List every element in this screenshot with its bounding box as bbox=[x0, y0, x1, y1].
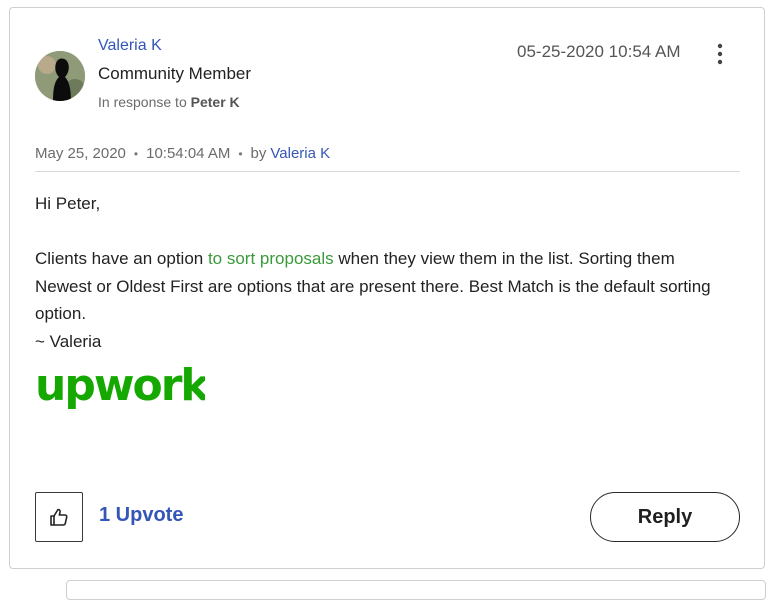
body-paragraph: Clients have an option to sort proposals… bbox=[35, 245, 735, 328]
kebab-vertical-icon bbox=[717, 43, 723, 65]
post-body: Hi Peter, Clients have an option to sort… bbox=[35, 190, 735, 355]
author-rank: Community Member bbox=[98, 64, 252, 83]
divider bbox=[35, 171, 740, 172]
meta-separator: • bbox=[238, 146, 243, 161]
in-response-author-link[interactable]: Peter K bbox=[191, 94, 240, 110]
meta-date: May 25, 2020 bbox=[35, 145, 126, 162]
reply-button[interactable]: Reply bbox=[590, 492, 740, 542]
next-post-card-edge bbox=[66, 580, 766, 600]
thumbs-up-icon bbox=[50, 508, 68, 526]
post-meta: May 25, 2020 • 10:54:04 AM • by Valeria … bbox=[35, 145, 330, 162]
upvote-button[interactable] bbox=[35, 492, 83, 542]
upwork-logo-image: upwork bbox=[35, 360, 213, 411]
svg-text:upwork: upwork bbox=[35, 366, 205, 411]
greeting-text: Hi Peter, bbox=[35, 194, 101, 213]
meta-by-label: by bbox=[250, 145, 267, 162]
upvote-count-link[interactable]: 1 Upvote bbox=[99, 504, 183, 527]
post-options-button[interactable] bbox=[712, 43, 728, 65]
upwork-logo: upwork bbox=[35, 360, 213, 414]
in-response-to: In response to Peter K bbox=[98, 94, 240, 110]
avatar[interactable] bbox=[35, 51, 85, 101]
in-response-label: In response to bbox=[98, 94, 187, 110]
meta-time: 10:54:04 AM bbox=[146, 145, 231, 162]
sort-proposals-link[interactable]: to sort proposals bbox=[208, 249, 334, 268]
avatar-image bbox=[35, 51, 85, 101]
post-datetime: 05-25-2020 10:54 AM bbox=[517, 42, 681, 61]
meta-separator: • bbox=[133, 146, 139, 161]
body-text-before-link: Clients have an option bbox=[35, 249, 208, 268]
post-card: Valeria K Community Member In response t… bbox=[9, 7, 765, 569]
meta-author-link[interactable]: Valeria K bbox=[270, 145, 330, 162]
signature-text: ~ Valeria bbox=[35, 331, 102, 351]
author-name-link[interactable]: Valeria K bbox=[98, 37, 162, 55]
